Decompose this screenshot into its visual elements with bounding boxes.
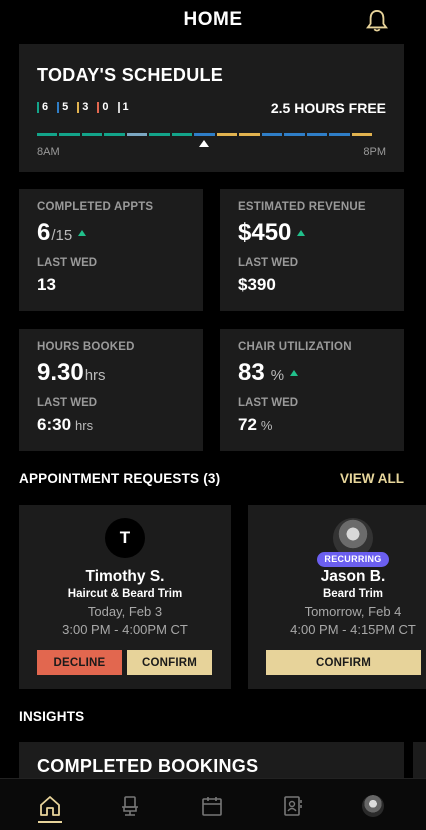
confirm-button[interactable]: CONFIRM	[127, 650, 212, 675]
trend-up-icon	[78, 230, 87, 236]
insight-card[interactable]: COMPLETED BOOKINGS	[19, 742, 404, 782]
legend-item: 0	[97, 101, 109, 113]
timeline-start-label: 8AM	[37, 146, 60, 158]
timeline-end-label: 8PM	[363, 146, 386, 158]
stat-compare-value: $390	[238, 275, 276, 294]
stat-compare-label: LAST WED	[37, 257, 98, 269]
timeline-segment	[126, 133, 148, 136]
timeline-segment	[81, 133, 103, 136]
timeline-segment	[239, 133, 260, 136]
request-date: Tomorrow, Feb 4	[304, 604, 402, 619]
trend-up-icon	[297, 230, 306, 236]
client-name: Jason B.	[320, 568, 386, 585]
request-time: 4:00 PM - 4:15PM CT	[290, 622, 416, 637]
stat-label: CHAIR UTILIZATION	[238, 341, 352, 353]
request-date: Today, Feb 3	[87, 604, 163, 619]
chair-utilization-card[interactable]: CHAIR UTILIZATION 83% LAST WED 72%	[220, 329, 404, 451]
timeline-segment	[37, 133, 58, 136]
service-name: Beard Trim	[322, 588, 384, 600]
service-name: Haircut & Beard Trim	[67, 588, 183, 600]
legend-item: 5	[57, 101, 68, 113]
timeline-segment	[171, 133, 193, 136]
stat-value: $450	[238, 219, 306, 247]
trend-up-icon	[290, 370, 299, 376]
client-name: Timothy S.	[85, 568, 165, 585]
timeline-segment	[104, 133, 125, 136]
schedule-legend: 6 5 3 0 1	[37, 101, 129, 113]
current-time-marker	[199, 140, 209, 147]
view-all-link[interactable]: VIEW ALL	[340, 471, 404, 486]
stat-label: ESTIMATED REVENUE	[238, 201, 366, 213]
stat-value: 9.30 hrs	[37, 359, 106, 386]
profile-avatar[interactable]	[360, 793, 386, 819]
top-bar: HOME	[0, 0, 426, 42]
timeline-segment	[216, 133, 238, 136]
insight-card-title: COMPLETED BOOKINGS	[37, 756, 259, 776]
stat-compare-label: LAST WED	[37, 397, 98, 409]
recurring-badge: RECURRING	[317, 552, 389, 567]
timeline-segment	[261, 133, 283, 136]
request-time: 3:00 PM - 4:00PM CT	[62, 622, 188, 637]
estimated-revenue-card[interactable]: ESTIMATED REVENUE $450 LAST WED $390	[220, 189, 404, 311]
legend-item: 3	[77, 101, 88, 113]
stat-compare-value: 6:30 hrs	[37, 415, 94, 434]
stat-label: COMPLETED APPTS	[37, 201, 154, 213]
chair-icon[interactable]	[117, 793, 143, 819]
free-hours: 2.5 HOURS FREE	[270, 100, 386, 116]
request-card[interactable]: T Timothy S. Haircut & Beard Trim Today,…	[19, 505, 231, 689]
timeline-segment	[284, 133, 305, 136]
request-card[interactable]: RECURRING Jason B. Beard Trim Tomorrow, …	[248, 505, 426, 689]
calendar-icon[interactable]	[199, 793, 225, 819]
active-tab-indicator	[38, 821, 62, 823]
timeline-segment	[329, 133, 350, 136]
completed-appts-card[interactable]: COMPLETED APPTS 6/15 LAST WED 13	[19, 189, 203, 311]
timeline-segment	[306, 133, 328, 136]
timeline-segment	[351, 133, 373, 136]
timeline-segment	[149, 133, 170, 136]
home-icon[interactable]	[37, 793, 63, 819]
stat-value: 83%	[238, 359, 299, 387]
insights-heading: INSIGHTS	[19, 709, 85, 724]
schedule-card[interactable]: TODAY'S SCHEDULE 6 5 3 0 1 2.5 HOURS FRE…	[19, 44, 404, 172]
stat-compare-value: 72%	[238, 415, 273, 434]
hours-booked-card[interactable]: HOURS BOOKED 9.30 hrs LAST WED 6:30 hrs	[19, 329, 203, 451]
bottom-tab-bar	[0, 778, 426, 830]
contacts-icon[interactable]	[280, 793, 306, 819]
legend-item: 1	[117, 101, 129, 113]
stat-label: HOURS BOOKED	[37, 341, 135, 353]
timeline-segment	[59, 133, 80, 136]
stat-value: 6/15	[37, 219, 87, 247]
stat-compare-label: LAST WED	[238, 397, 299, 409]
stat-compare-value: 13	[37, 275, 56, 294]
page-title: HOME	[183, 9, 243, 30]
decline-button[interactable]: DECLINE	[37, 650, 122, 675]
confirm-button[interactable]: CONFIRM	[266, 650, 421, 675]
timeline-segment	[194, 133, 215, 136]
avatar: T	[105, 518, 145, 558]
schedule-title: TODAY'S SCHEDULE	[37, 65, 224, 85]
insight-card-next[interactable]	[413, 742, 426, 782]
appointment-requests-heading: APPOINTMENT REQUESTS (3)	[19, 471, 221, 486]
bell-icon[interactable]	[366, 9, 388, 33]
stat-compare-label: LAST WED	[238, 257, 299, 269]
schedule-timeline	[37, 133, 373, 136]
legend-item: 6	[37, 101, 48, 113]
